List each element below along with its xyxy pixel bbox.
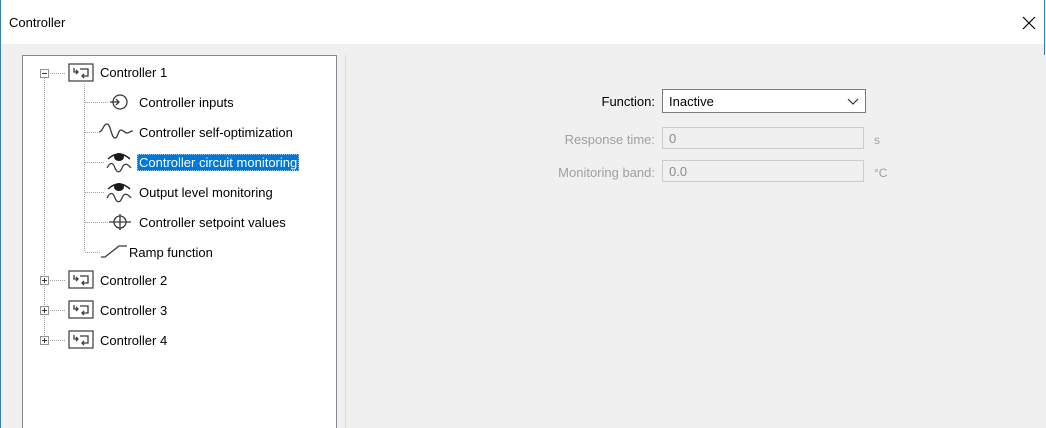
tree-line — [50, 73, 66, 74]
tree-item-controller-1[interactable]: Controller 1 — [98, 61, 169, 83]
expand-expander[interactable] — [40, 336, 49, 345]
tree-item-controller-3[interactable]: Controller 3 — [98, 299, 169, 321]
response-time-unit: s — [874, 133, 880, 147]
tree-item-ramp-function[interactable]: Ramp function — [127, 241, 215, 263]
controller-window: Controller Controller 1 Controller input… — [0, 0, 1045, 428]
monitoring-band-field[interactable] — [662, 160, 864, 182]
expand-expander[interactable] — [40, 276, 49, 285]
tree-item-label: Controller self-optimization — [139, 124, 293, 140]
collapse-expander[interactable] — [40, 69, 49, 78]
tree-item-controller-circuit-monitoring[interactable]: Controller circuit monitoring — [137, 151, 300, 173]
monitoring-band-input[interactable] — [663, 161, 859, 181]
controller-icon — [68, 270, 94, 289]
setpoint-values-icon — [109, 214, 131, 230]
controller-inputs-icon — [110, 94, 128, 110]
tree-item-output-level-monitoring[interactable]: Output level monitoring — [137, 181, 275, 203]
monitoring-band-unit: °C — [874, 166, 888, 180]
tree-line — [85, 192, 105, 193]
tree-line — [50, 340, 66, 341]
window-title: Controller — [9, 15, 66, 30]
response-time-field[interactable] — [662, 127, 864, 149]
tree-item-controller-self-optimization[interactable]: Controller self-optimization — [137, 121, 295, 143]
tree-item-label: Controller 4 — [100, 332, 168, 348]
tree-line — [85, 222, 109, 223]
tree-line — [85, 102, 109, 103]
controller-icon — [68, 330, 94, 349]
response-time-input[interactable] — [663, 128, 859, 148]
tree-line — [85, 162, 105, 163]
tree-item-controller-inputs[interactable]: Controller inputs — [137, 91, 236, 113]
circuit-monitoring-icon — [106, 153, 132, 173]
tree-item-label: Controller setpoint values — [139, 214, 286, 230]
function-select[interactable]: Inactive — [662, 89, 866, 113]
tree-item-label: Controller inputs — [139, 94, 234, 110]
close-button[interactable] — [1018, 12, 1040, 34]
ramp-function-icon — [101, 245, 127, 258]
controller-tree[interactable]: Controller 1 Controller inputs Controlle… — [22, 55, 337, 428]
tree-item-label: Controller 1 — [100, 64, 168, 80]
tree-item-label: Controller 2 — [100, 272, 168, 288]
tree-item-label: Output level monitoring — [139, 184, 273, 200]
tree-line — [85, 252, 101, 253]
function-value: Inactive — [669, 94, 714, 109]
tree-item-label: Controller 3 — [100, 302, 168, 318]
tree-line — [50, 280, 66, 281]
tree-item-controller-4[interactable]: Controller 4 — [98, 329, 169, 351]
tree-line — [84, 84, 85, 252]
tree-line — [85, 132, 99, 133]
tree-line — [50, 310, 66, 311]
expand-expander[interactable] — [40, 306, 49, 315]
chevron-down-icon — [847, 98, 859, 105]
tree-item-label: Ramp function — [129, 244, 213, 260]
monitoring-band-label: Monitoring band: — [558, 165, 655, 180]
close-icon — [1022, 16, 1036, 30]
function-label: Function: — [601, 94, 655, 109]
tree-item-label: Controller circuit monitoring — [137, 153, 300, 171]
tree-line — [44, 78, 45, 340]
tree-item-controller-2[interactable]: Controller 2 — [98, 269, 169, 291]
self-optimization-icon — [99, 123, 133, 139]
controller-icon — [68, 300, 94, 319]
response-time-label: Response time: — [564, 132, 655, 147]
title-bar: Controller — [1, 0, 1044, 44]
controller-icon — [68, 63, 94, 82]
output-level-monitoring-icon — [106, 183, 132, 203]
tree-item-controller-setpoint-values[interactable]: Controller setpoint values — [137, 211, 288, 233]
